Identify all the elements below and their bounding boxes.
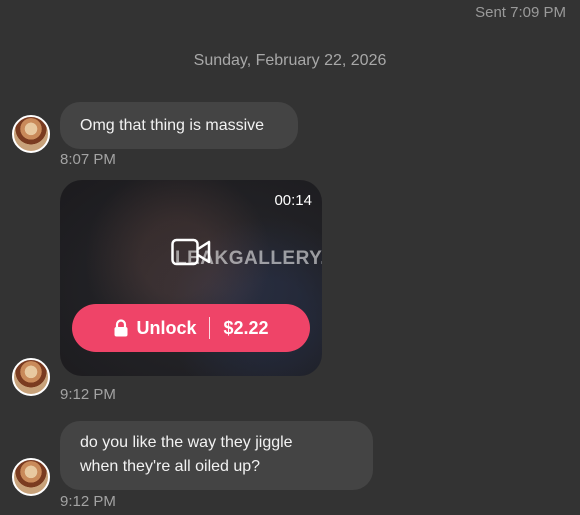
unlock-price: $2.22 <box>223 317 269 338</box>
message-timestamp: 9:12 PM <box>60 493 116 510</box>
message-bubble: Omg that thing is massive <box>60 102 298 149</box>
date-separator: Sunday, February 22, 2026 <box>193 52 387 69</box>
message-timestamp: 8:07 PM <box>60 151 116 168</box>
locked-video-message[interactable]: 00:14 LEAKGALLERY.COM Unlock $2.22 <box>60 180 322 376</box>
message-text-line: do you like the way they jiggle <box>80 434 293 451</box>
unlock-label: Unlock <box>136 317 197 338</box>
message-text: Omg that thing is massive <box>80 117 265 134</box>
avatar[interactable] <box>12 458 50 496</box>
watermark: LEAKGALLERY.COM <box>175 248 322 269</box>
video-duration: 00:14 <box>274 192 312 209</box>
unlock-button[interactable]: Unlock $2.22 <box>72 304 310 352</box>
avatar[interactable] <box>12 115 50 153</box>
sent-status: Sent 7:09 PM <box>475 4 566 21</box>
avatar[interactable] <box>12 358 50 396</box>
lock-icon <box>114 319 128 337</box>
message-text-line: when they're all oiled up? <box>80 458 261 475</box>
unlock-divider <box>209 317 211 339</box>
message-timestamp: 9:12 PM <box>60 386 116 403</box>
message-bubble: do you like the way they jiggle when the… <box>60 421 373 490</box>
